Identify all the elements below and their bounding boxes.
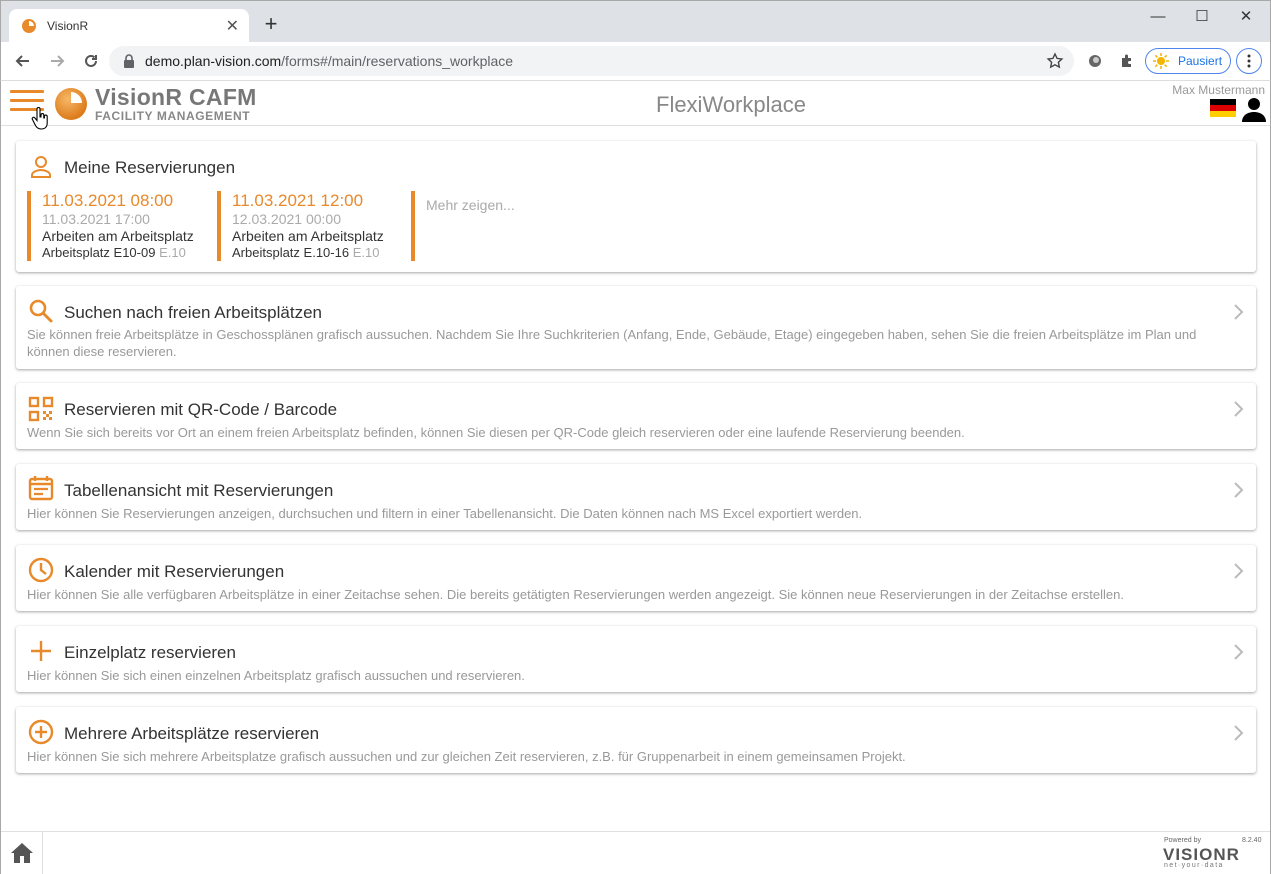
- card-description: Hier können Sie sich einen einzelnen Arb…: [27, 668, 525, 683]
- reservation-floor: E.10: [159, 245, 186, 260]
- sun-avatar-icon: [1153, 53, 1169, 69]
- reservation-place: Arbeitsplatz E10-09: [42, 245, 156, 260]
- close-tab-icon[interactable]: ✕: [226, 16, 239, 36]
- tab-title: VisionR: [47, 19, 89, 33]
- extension-icon[interactable]: [1085, 51, 1105, 71]
- reservation-floor: E.10: [352, 245, 380, 260]
- new-tab-button[interactable]: +: [259, 13, 283, 37]
- chevron-right-icon: [1234, 304, 1244, 320]
- url-host: demo.plan-vision.com: [145, 53, 282, 69]
- home-button[interactable]: [1, 832, 43, 874]
- reservation-start: 11.03.2021 12:00: [232, 191, 364, 210]
- reload-button[interactable]: [75, 45, 107, 77]
- show-more-link[interactable]: Mehr zeigen...: [411, 191, 515, 261]
- card-title: Einzelplatz reservieren: [64, 643, 236, 662]
- card-title: Suchen nach freien Arbeitsplätzen: [64, 303, 323, 322]
- chevron-right-icon: [1234, 482, 1244, 498]
- reservation-type: Arbeiten am Arbeitsplatz: [232, 228, 384, 244]
- person-icon: [31, 156, 51, 178]
- card-description: Wenn Sie sich bereits vor Ort an einem f…: [27, 425, 965, 440]
- card-description: Hier können Sie alle verfügbaren Arbeits…: [27, 587, 1124, 602]
- browser-menu-button[interactable]: [1236, 48, 1262, 74]
- chevron-right-icon: [1234, 563, 1244, 579]
- powered-by-label: Powered by: [1164, 837, 1201, 844]
- card-title: Mehrere Arbeitsplätze reservieren: [64, 724, 320, 743]
- close-window-button[interactable]: ✕: [1223, 5, 1269, 29]
- add-circle-icon: [28, 719, 54, 745]
- german-flag-icon[interactable]: [1210, 99, 1236, 117]
- reservation-start: 11.03.2021 08:00: [42, 191, 174, 210]
- calendar-card[interactable]: Kalender mit Reservierungen Hier können …: [16, 545, 1256, 611]
- card-description: Hier können Sie Reservierungen anzeigen,…: [27, 506, 863, 521]
- minimize-button[interactable]: —: [1135, 5, 1181, 29]
- address-bar[interactable]: demo.plan-vision.com/forms#/main/reserva…: [109, 46, 1074, 76]
- multiple-places-card[interactable]: Mehrere Arbeitsplätze reservieren Hier k…: [16, 707, 1256, 773]
- reservation-type: Arbeiten am Arbeitsplatz: [42, 228, 194, 244]
- browser-toolbar: demo.plan-vision.com/forms#/main/reserva…: [0, 42, 1271, 80]
- forward-button[interactable]: [41, 45, 73, 77]
- visionr-logo-icon: [55, 88, 87, 120]
- user-account-icon[interactable]: [1241, 96, 1267, 122]
- qr-code-card[interactable]: Reservieren mit QR-Code / Barcode Wenn S…: [16, 383, 1256, 449]
- home-icon: [10, 843, 33, 863]
- qr-code-icon: [28, 396, 54, 422]
- lock-icon: [124, 54, 134, 68]
- arrow-right-icon: [51, 55, 65, 67]
- main-content: Meine Reservierungen 11.03.2021 08:00 11…: [1, 127, 1270, 831]
- visionr-favicon-icon: [22, 19, 36, 33]
- back-button[interactable]: [7, 45, 39, 77]
- search-workplaces-card[interactable]: Suchen nach freien Arbeitsplätzen Sie kö…: [16, 286, 1256, 369]
- reservation-place-line: Arbeitsplatz E.10-16 E.10: [232, 245, 384, 261]
- chevron-right-icon: [1234, 401, 1244, 417]
- menu-bar-line: [10, 99, 44, 102]
- page-title: FlexiWorkplace: [656, 92, 806, 117]
- chevron-right-icon: [1234, 725, 1244, 741]
- single-place-card[interactable]: Einzelplatz reservieren Hier können Sie …: [16, 626, 1256, 692]
- table-view-card[interactable]: Tabellenansicht mit Reservierungen Hier …: [16, 464, 1256, 530]
- reservation-item[interactable]: 11.03.2021 08:00 11.03.2021 17:00 Arbeit…: [27, 191, 194, 261]
- reload-icon: [85, 54, 97, 67]
- url-path: /forms#/main/reservations_workplace: [281, 53, 514, 69]
- brand-title: VisionR CAFM: [95, 84, 257, 110]
- calendar-icon: [28, 476, 54, 501]
- chevron-right-icon: [1234, 644, 1244, 660]
- browser-tab-bar: VisionR ✕ + — ☐ ✕: [0, 0, 1271, 43]
- app-header: VisionR CAFM FACILITY MANAGEMENT FlexiWo…: [1, 81, 1270, 130]
- menu-bar-line: [10, 90, 44, 93]
- arrow-left-icon: [15, 55, 29, 67]
- bookmark-star-icon[interactable]: [1046, 52, 1064, 70]
- app-footer: Powered by 8.2.40 VISIONR net·your·data: [1, 831, 1270, 874]
- puzzle-icon: [1122, 54, 1131, 67]
- plus-icon: [31, 641, 51, 661]
- more-vert-icon: [1247, 54, 1251, 68]
- browser-tab[interactable]: VisionR ✕: [9, 9, 249, 43]
- card-description: Sie können freie Arbeitsplätze in Gescho…: [27, 327, 1197, 359]
- visionr-tagline: net·your·data: [1164, 862, 1224, 869]
- app-window: VisionR CAFM FACILITY MANAGEMENT FlexiWo…: [0, 80, 1271, 874]
- profile-paused-button[interactable]: Pausiert: [1145, 48, 1231, 74]
- my-reservations-card: Meine Reservierungen 11.03.2021 08:00 11…: [16, 141, 1256, 272]
- extensions-puzzle-button[interactable]: [1117, 51, 1137, 71]
- user-name: Max Mustermann: [1172, 83, 1265, 97]
- reservation-place-line: Arbeitsplatz E10-09 E.10: [42, 245, 194, 261]
- card-title: Kalender mit Reservierungen: [64, 562, 285, 581]
- reservation-end: 11.03.2021 17:00: [42, 211, 150, 227]
- search-icon: [29, 299, 53, 323]
- url-text: demo.plan-vision.com/forms#/main/reserva…: [145, 53, 513, 69]
- card-title: Tabellenansicht mit Reservierungen: [64, 481, 334, 500]
- version-label: 8.2.40: [1242, 837, 1262, 844]
- reservation-place: Arbeitsplatz E.10-16: [232, 245, 350, 260]
- maximize-button[interactable]: ☐: [1179, 5, 1225, 29]
- reservation-item[interactable]: 11.03.2021 12:00 12.03.2021 00:00 Arbeit…: [217, 191, 384, 261]
- profile-label: Pausiert: [1178, 54, 1223, 68]
- card-title: Reservieren mit QR-Code / Barcode: [64, 400, 338, 419]
- reservation-end: 12.03.2021 00:00: [232, 211, 341, 227]
- card-description: Hier können Sie sich mehrere Arbeitsplat…: [27, 749, 906, 764]
- brand-subtitle: FACILITY MANAGEMENT: [95, 109, 251, 123]
- circle-extension-icon: [1089, 55, 1101, 67]
- clock-icon: [28, 557, 54, 583]
- card-title: Meine Reservierungen: [64, 158, 236, 177]
- flag-stripe-gold: [1210, 111, 1236, 117]
